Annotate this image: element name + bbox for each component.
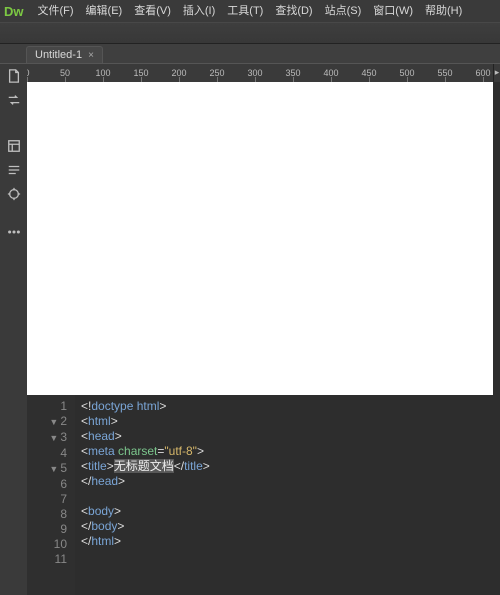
code-line[interactable]: <head> <box>81 429 500 444</box>
line-gutter: 1▼2▼34▼567891011 <box>27 395 75 595</box>
design-view[interactable] <box>27 82 493 395</box>
menu-view[interactable]: 查看(V) <box>128 0 177 22</box>
line-number: 10 <box>27 537 67 552</box>
file-icon[interactable] <box>6 68 22 84</box>
menu-tools[interactable]: 工具(T) <box>221 0 269 22</box>
code-content[interactable]: <!doctype html><html><head><meta charset… <box>75 395 500 595</box>
code-line[interactable]: </html> <box>81 534 500 549</box>
code-line[interactable]: <!doctype html> <box>81 399 500 414</box>
line-number: ▼3 <box>27 430 67 446</box>
line-number: 9 <box>27 522 67 537</box>
line-number: 8 <box>27 507 67 522</box>
document-tab[interactable]: Untitled-1 × <box>26 46 103 63</box>
menu-window[interactable]: 窗口(W) <box>367 0 419 22</box>
document-toolbar <box>0 22 500 44</box>
code-line[interactable]: <title>无标题文档</title> <box>81 459 500 474</box>
menu-insert[interactable]: 插入(I) <box>177 0 221 22</box>
code-line[interactable] <box>81 489 500 504</box>
menu-edit[interactable]: 编辑(E) <box>80 0 129 22</box>
more-icon[interactable] <box>6 224 22 240</box>
swap-icon[interactable] <box>6 92 22 108</box>
code-view[interactable]: 1▼2▼34▼567891011 <!doctype html><html><h… <box>27 395 500 595</box>
target-icon[interactable] <box>6 186 22 202</box>
line-number: 6 <box>27 477 67 492</box>
tab-close-icon[interactable]: × <box>88 50 94 61</box>
code-line[interactable]: </body> <box>81 519 500 534</box>
layout-icon[interactable] <box>6 138 22 154</box>
horizontal-ruler: 050100150200250300350400450500550600 <box>27 64 493 82</box>
menu-bar: Dw 文件(F) 编辑(E) 查看(V) 插入(I) 工具(T) 查找(D) 站… <box>0 0 500 22</box>
tab-title: Untitled-1 <box>35 49 82 61</box>
menu-site[interactable]: 站点(S) <box>319 0 368 22</box>
tab-bar: Untitled-1 × <box>0 44 500 64</box>
line-number: ▼5 <box>27 461 67 477</box>
code-line[interactable]: </head> <box>81 474 500 489</box>
line-number: 11 <box>27 552 67 567</box>
lines-icon[interactable] <box>6 162 22 178</box>
menu-find[interactable]: 查找(D) <box>269 0 318 22</box>
split-view: 1▼2▼34▼567891011 <!doctype html><html><h… <box>27 82 500 595</box>
code-line[interactable]: <html> <box>81 414 500 429</box>
code-line[interactable] <box>81 549 500 564</box>
line-number: 4 <box>27 446 67 461</box>
app-logo: Dw <box>4 4 24 19</box>
code-line[interactable]: <body> <box>81 504 500 519</box>
line-number: 1 <box>27 399 67 414</box>
menu-help[interactable]: 帮助(H) <box>419 0 468 22</box>
code-line[interactable]: <meta charset="utf-8"> <box>81 444 500 459</box>
left-toolbar <box>0 64 27 595</box>
ruler-row: 050100150200250300350400450500550600 ▸ <box>27 64 500 82</box>
workarea: 050100150200250300350400450500550600 ▸ 1… <box>0 64 500 595</box>
line-number: ▼2 <box>27 414 67 430</box>
main-column: 050100150200250300350400450500550600 ▸ 1… <box>27 64 500 595</box>
line-number: 7 <box>27 492 67 507</box>
menu-file[interactable]: 文件(F) <box>32 0 80 22</box>
panel-collapse-strip[interactable]: ▸ <box>493 64 500 82</box>
